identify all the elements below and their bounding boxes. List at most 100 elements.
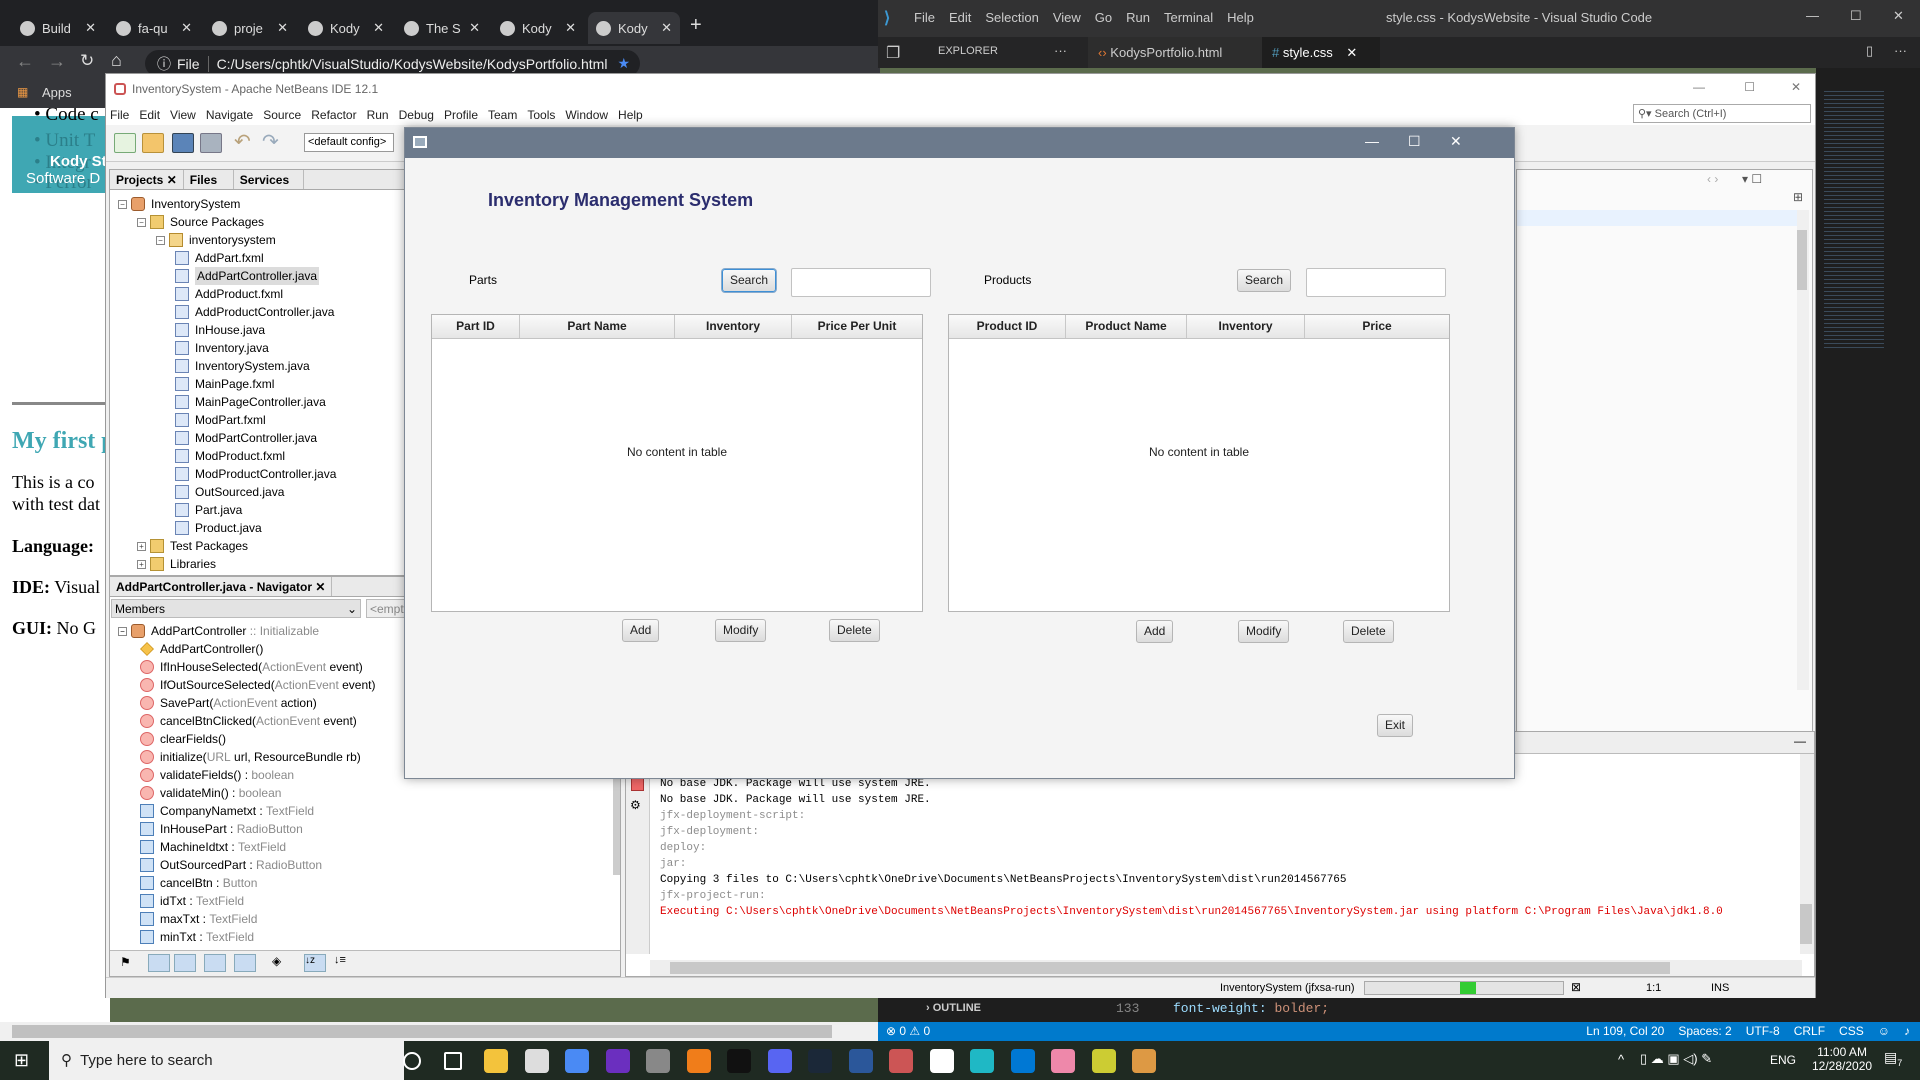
column-header-inventory[interactable]: Inventory <box>675 315 792 338</box>
scroll-left-icon[interactable]: ‹ › <box>1707 172 1718 186</box>
undo-icon[interactable]: ↶ <box>234 132 256 153</box>
menu-source[interactable]: Source <box>263 108 301 122</box>
browser-tab[interactable]: Kody ✕ <box>588 12 680 44</box>
browser-tab[interactable]: Kody ✕ <box>300 12 392 44</box>
member-item[interactable]: cancelBtn : Button <box>140 874 257 892</box>
close-tab-icon[interactable]: ✕ <box>1346 45 1357 60</box>
maximize-icon[interactable]: ☐ <box>1850 8 1862 24</box>
tab-projects[interactable]: Projects ✕ <box>110 170 184 189</box>
steam-icon[interactable] <box>808 1049 832 1073</box>
netbeans-icon[interactable] <box>889 1049 913 1073</box>
tree-item[interactable]: Part.java <box>175 501 242 519</box>
menu-team[interactable]: Team <box>488 108 517 122</box>
close-tab-icon[interactable]: ✕ <box>277 20 288 36</box>
tab-files[interactable]: Files <box>184 170 234 189</box>
member-item[interactable]: validateMin() : boolean <box>140 784 281 802</box>
sort-source-icon[interactable]: ↓≡ <box>334 954 346 966</box>
member-item[interactable]: − AddPartController :: Initializable <box>118 622 319 640</box>
word-icon[interactable] <box>848 1049 873 1073</box>
menu-edit[interactable]: Edit <box>949 10 971 25</box>
feedback-icon[interactable]: ☺ <box>1878 1024 1890 1038</box>
notifications-bell-icon[interactable]: ♪ <box>1904 1024 1910 1038</box>
scrollbar-thumb[interactable] <box>12 1025 832 1038</box>
menu-run[interactable]: Run <box>1126 10 1150 25</box>
x1-icon[interactable] <box>605 1049 630 1073</box>
tree-item[interactable]: InHouse.java <box>175 321 265 339</box>
cancel-task-icon[interactable]: ⊠ <box>1571 980 1581 994</box>
outline-section[interactable]: › OUTLINE <box>926 1002 981 1014</box>
menu-file[interactable]: File <box>914 10 935 25</box>
menu-file[interactable]: File <box>110 108 129 122</box>
line-endings[interactable]: CRLF <box>1794 1024 1825 1038</box>
split-icon[interactable]: ⊞ <box>1793 190 1803 204</box>
cortana-icon[interactable] <box>403 1052 421 1070</box>
new-project-icon[interactable] <box>142 133 164 153</box>
tree-item[interactable]: ModPartController.java <box>175 429 317 447</box>
notification-center-icon[interactable]: ▤7 <box>1884 1049 1902 1068</box>
close-icon[interactable]: ✕ <box>1791 80 1801 94</box>
tree-item[interactable]: ModPart.fxml <box>175 411 266 429</box>
member-item[interactable]: IfInHouseSelected(ActionEvent event) <box>140 658 363 676</box>
close-tab-icon[interactable]: ✕ <box>373 20 384 36</box>
tree-item[interactable]: + Libraries <box>137 555 216 573</box>
member-item[interactable]: CompanyNametxt : TextField <box>140 802 314 820</box>
store-icon[interactable] <box>524 1049 549 1073</box>
bookmark-apps[interactable]: Apps <box>42 85 72 100</box>
input-language[interactable]: ENG <box>1770 1053 1796 1067</box>
cooler-master-icon[interactable] <box>646 1049 670 1073</box>
parts-table[interactable]: Part ID Part Name Inventory Price Per Un… <box>431 314 923 612</box>
tree-item[interactable]: MainPageController.java <box>175 393 326 411</box>
member-item[interactable]: SavePart(ActionEvent action) <box>140 694 317 712</box>
tab-style-css[interactable]: # style.css ✕ <box>1262 37 1380 68</box>
tree-item[interactable]: OutSourced.java <box>175 483 284 501</box>
browser-tab[interactable]: Kody ✕ <box>492 12 584 44</box>
expand-toggle-icon[interactable]: + <box>137 541 146 551</box>
taskbar-search-box[interactable]: ⚲ Type here to search <box>49 1041 404 1080</box>
browser-tab[interactable]: The S ✕ <box>396 12 488 44</box>
products-modify-button[interactable]: Modify <box>1238 620 1290 643</box>
system-tray-icons[interactable]: ▯ ☁ ▣ ◁) ✎ <box>1640 1051 1712 1067</box>
menu-run[interactable]: Run <box>367 108 389 122</box>
tree-item[interactable]: ModProduct.fxml <box>175 447 285 465</box>
tree-item[interactable]: ModProductController.java <box>175 465 336 483</box>
quick-search-input[interactable]: ⚲▾ Search (Ctrl+I) <box>1633 104 1811 123</box>
tree-item[interactable]: InventorySystem.java <box>175 357 310 375</box>
krita-icon[interactable] <box>1091 1049 1116 1073</box>
menu-tools[interactable]: Tools <box>527 108 555 122</box>
member-item[interactable]: InHousePart : RadioButton <box>140 820 303 838</box>
vscode-icon[interactable] <box>1010 1049 1035 1073</box>
redo-icon[interactable]: ↷ <box>262 132 284 153</box>
inherited-members-icon[interactable]: ⚑ <box>120 955 131 969</box>
member-item[interactable]: AddPartController() <box>140 640 263 658</box>
member-item[interactable]: OutSourcedPart : RadioButton <box>140 856 322 874</box>
new-file-icon[interactable] <box>114 133 136 153</box>
tree-item[interactable]: Product.java <box>175 519 262 537</box>
expand-toggle-icon[interactable]: − <box>118 199 127 209</box>
member-item[interactable]: idTxt : TextField <box>140 892 244 910</box>
show-hidden-icons[interactable]: ^ <box>1618 1052 1624 1067</box>
g-icon[interactable] <box>686 1049 711 1073</box>
column-header-part-id[interactable]: Part ID <box>432 315 520 338</box>
expand-toggle-icon[interactable]: + <box>137 559 146 569</box>
parts-add-button[interactable]: Add <box>622 619 660 642</box>
more-actions-icon[interactable]: ··· <box>1054 43 1067 58</box>
static-filter-icon[interactable] <box>174 954 196 972</box>
products-search-input[interactable] <box>1306 268 1446 297</box>
forward-icon[interactable]: → <box>48 51 66 72</box>
column-header-price-per-unit[interactable]: Price Per Unit <box>792 315 922 338</box>
maximize-icon[interactable]: ☐ <box>1744 80 1755 94</box>
browser-tab[interactable]: proje ✕ <box>204 12 296 44</box>
tab-navigator[interactable]: AddPartController.java - Navigator ✕ <box>110 577 333 596</box>
menu-window[interactable]: Window <box>565 108 608 122</box>
menu-refactor[interactable]: Refactor <box>311 108 356 122</box>
minimize-icon[interactable]: — <box>1806 8 1819 23</box>
vscode-minimap[interactable] <box>1816 68 1920 1000</box>
column-header-product-name[interactable]: Product Name <box>1066 315 1187 338</box>
tree-item[interactable]: − Source Packages <box>137 213 264 231</box>
tree-item[interactable]: AddProduct.fxml <box>175 285 283 303</box>
parts-modify-button[interactable]: Modify <box>715 619 767 642</box>
expand-toggle-icon[interactable]: − <box>137 217 146 227</box>
minimize-panel-icon[interactable]: — <box>1794 734 1806 748</box>
file-explorer-icon[interactable] <box>484 1049 508 1073</box>
column-header-price[interactable]: Price <box>1305 315 1449 338</box>
